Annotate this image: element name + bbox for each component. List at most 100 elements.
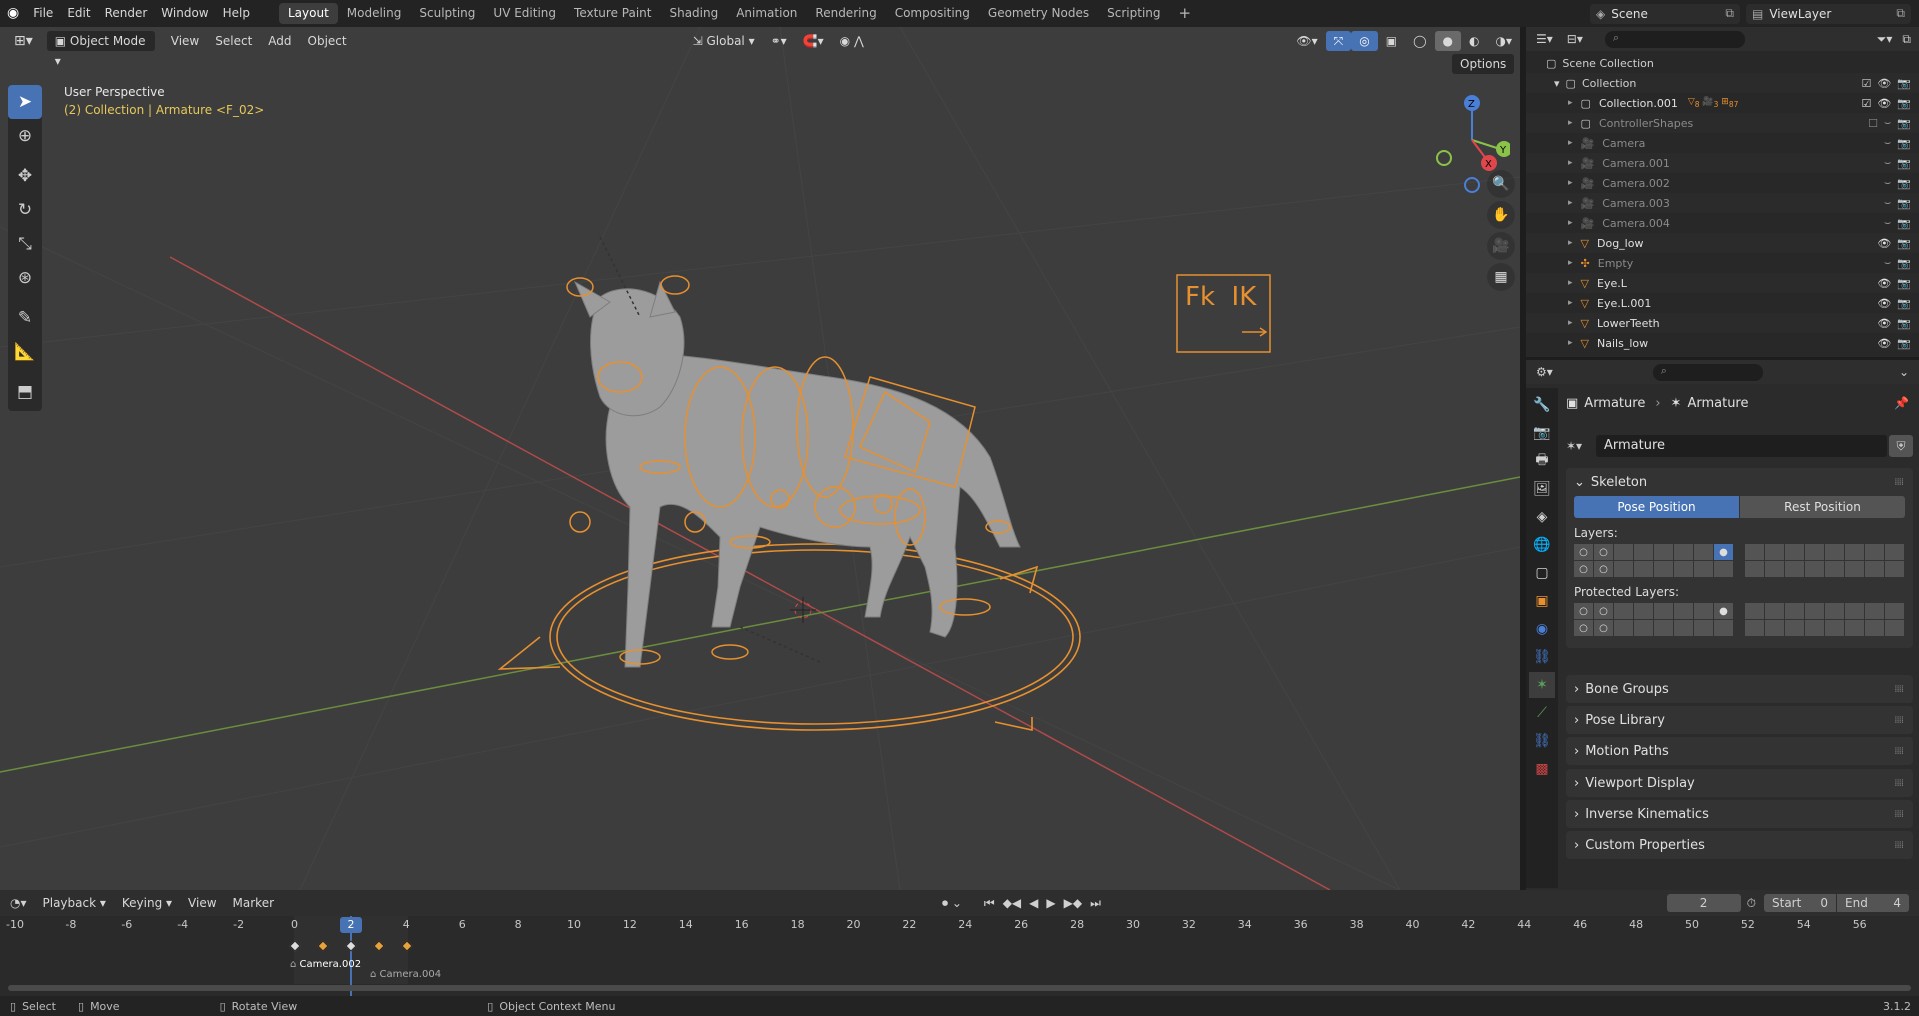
- scene-selector[interactable]: ◈ Scene ⧉: [1590, 3, 1740, 24]
- menu-add[interactable]: Add: [260, 31, 299, 51]
- transform-tool-icon[interactable]: ⊛: [8, 261, 42, 295]
- start-frame-field[interactable]: Start 0: [1764, 894, 1836, 912]
- pivot-icon[interactable]: ⚭▾: [763, 31, 795, 51]
- layer-cell[interactable]: [1614, 544, 1633, 560]
- armature-data-tab-icon[interactable]: ✶: [1529, 672, 1555, 698]
- outliner-row[interactable]: ▸ ▽ Eye.L.001 👁 📷: [1526, 293, 1919, 313]
- xray-icon[interactable]: ▣: [1378, 31, 1405, 51]
- eye-closed-icon[interactable]: ⌣: [1884, 256, 1891, 270]
- tab-animation[interactable]: Animation: [727, 3, 806, 24]
- playback-menu[interactable]: Playback ▾: [35, 893, 114, 913]
- drag-handle-icon[interactable]: ⁞⁞⁞⁞: [1894, 809, 1904, 820]
- layer-cell[interactable]: [1865, 603, 1884, 619]
- layer-cell[interactable]: [1745, 544, 1764, 560]
- output-tab-icon[interactable]: 🖶: [1529, 448, 1555, 474]
- layer-cell[interactable]: [1614, 561, 1633, 577]
- layer-cell[interactable]: [1765, 561, 1784, 577]
- shading-material-icon[interactable]: ◐: [1461, 31, 1487, 51]
- collapse-icon[interactable]: ⌄: [1899, 365, 1909, 379]
- layer-cell[interactable]: [1745, 603, 1764, 619]
- clock-icon[interactable]: ⏱: [1747, 896, 1756, 911]
- layer-cell[interactable]: [1805, 561, 1824, 577]
- annotate-tool-icon[interactable]: ✎: [8, 301, 42, 335]
- menu-file[interactable]: File: [26, 0, 60, 27]
- layer-cell[interactable]: [1654, 544, 1673, 560]
- measure-tool-icon[interactable]: 📐: [8, 335, 42, 369]
- inverse-kinematics-panel[interactable]: › Inverse Kinematics ⁞⁞⁞⁞: [1566, 800, 1913, 828]
- texture-tab-icon[interactable]: ▩: [1529, 756, 1555, 782]
- shading-rendered-icon[interactable]: ◑▾: [1488, 31, 1521, 51]
- datablock-selector[interactable]: ✶▾ Armature ⛨: [1566, 435, 1913, 457]
- outliner-row[interactable]: ▸ ▽ Nails_low 👁 📷: [1526, 333, 1919, 353]
- layer-cell[interactable]: [1694, 620, 1713, 636]
- layer-cell[interactable]: [1674, 561, 1693, 577]
- scale-tool-icon[interactable]: ⤡: [8, 227, 42, 261]
- layer-cell[interactable]: [1865, 620, 1884, 636]
- layer-cell[interactable]: [1674, 603, 1693, 619]
- layer-cell[interactable]: [1785, 620, 1804, 636]
- tab-shading[interactable]: Shading: [660, 3, 727, 24]
- cursor-tool-icon[interactable]: ⊕: [8, 119, 42, 153]
- layer-cell[interactable]: ○: [1574, 603, 1593, 619]
- frame-ruler[interactable]: -10-8-6-4-202468101214161820222426283032…: [0, 918, 1919, 936]
- layer-cell[interactable]: [1785, 561, 1804, 577]
- tab-layout[interactable]: Layout: [278, 3, 338, 24]
- layer-cell[interactable]: [1825, 544, 1844, 560]
- layer-cell[interactable]: [1654, 603, 1673, 619]
- outliner-row[interactable]: ▸ ✣ Empty ⌣ 📷: [1526, 253, 1919, 273]
- expand-arrow-icon[interactable]: ▾: [1554, 77, 1560, 90]
- layer-cell[interactable]: [1845, 620, 1864, 636]
- layer-cell[interactable]: [1674, 620, 1693, 636]
- layer-cell[interactable]: ○: [1574, 561, 1593, 577]
- pan-hand-icon[interactable]: ✋: [1487, 201, 1515, 229]
- skeleton-panel-header[interactable]: ⌄ Skeleton ⁞⁞⁞⁞: [1566, 468, 1913, 496]
- layers-grid-right[interactable]: [1745, 544, 1904, 577]
- layer-cell[interactable]: ●: [1714, 544, 1733, 560]
- filter-icon[interactable]: ⏷▾: [1877, 32, 1893, 47]
- shading-solid-icon[interactable]: ●: [1434, 31, 1462, 51]
- jump-start-icon[interactable]: ⏮: [984, 896, 995, 911]
- layer-cell[interactable]: [1825, 603, 1844, 619]
- proportional-edit-icon[interactable]: ◉ ⋀: [832, 31, 872, 51]
- camera-render-icon[interactable]: 📷: [1897, 277, 1911, 290]
- 3d-viewport[interactable]: Fk IK ⊞▾ ▣ Object Mode ▾ View Select Add…: [0, 27, 1520, 890]
- select-tool-icon[interactable]: ➤: [8, 85, 42, 119]
- options-button[interactable]: Options: [1452, 54, 1515, 74]
- layer-cell[interactable]: [1805, 544, 1824, 560]
- layer-cell[interactable]: [1694, 544, 1713, 560]
- mode-dropdown[interactable]: ▣ Object Mode ▾: [46, 31, 155, 68]
- rotate-tool-icon[interactable]: ↻: [8, 193, 42, 227]
- eye-icon[interactable]: 👁: [1877, 317, 1891, 330]
- expand-arrow-icon[interactable]: ▸: [1568, 338, 1573, 348]
- next-keyframe-icon[interactable]: ▶◆: [1064, 896, 1082, 910]
- camera-render-icon[interactable]: 📷: [1897, 157, 1911, 170]
- marker-camera-004[interactable]: ⌂ Camera.004: [370, 969, 441, 980]
- viewport-display-panel[interactable]: › Viewport Display ⁞⁞⁞⁞: [1566, 769, 1913, 797]
- menu-window[interactable]: Window: [154, 0, 215, 27]
- prev-keyframe-icon[interactable]: ◆◀: [1003, 896, 1021, 910]
- layer-cell[interactable]: ○: [1574, 544, 1593, 560]
- pin-icon[interactable]: 📌: [1894, 396, 1909, 410]
- protected-grid-right[interactable]: [1745, 603, 1904, 636]
- outliner-editor-icon[interactable]: ☰▾: [1536, 32, 1553, 46]
- display-mode-icon[interactable]: ⊟▾: [1567, 32, 1583, 46]
- layer-cell[interactable]: [1634, 561, 1653, 577]
- add-workspace-button[interactable]: +: [1170, 3, 1201, 24]
- eye-icon[interactable]: 👁: [1877, 277, 1891, 290]
- drag-handle-icon[interactable]: ⁞⁞⁞⁞: [1894, 746, 1904, 757]
- bone-tab-icon[interactable]: ⟋: [1529, 700, 1555, 726]
- camera-render-icon[interactable]: 📷: [1897, 117, 1911, 130]
- layer-cell[interactable]: [1885, 544, 1904, 560]
- marker-menu[interactable]: Marker: [225, 893, 282, 913]
- view-layer-tab-icon[interactable]: 🖼: [1529, 476, 1555, 502]
- checkbox-icon[interactable]: ☑: [1861, 77, 1871, 90]
- expand-arrow-icon[interactable]: ▸: [1568, 218, 1573, 228]
- outliner-scene-collection[interactable]: ▢ Scene Collection: [1526, 53, 1919, 73]
- play-reverse-icon[interactable]: ◀: [1029, 896, 1038, 910]
- add-cube-tool-icon[interactable]: ⬒: [8, 375, 42, 409]
- end-frame-field[interactable]: End 4: [1837, 894, 1909, 912]
- motion-paths-panel[interactable]: › Motion Paths ⁞⁞⁞⁞: [1566, 737, 1913, 765]
- play-icon[interactable]: ▶: [1046, 896, 1055, 910]
- layer-cell[interactable]: [1825, 620, 1844, 636]
- checkbox-icon[interactable]: ☐: [1868, 117, 1878, 130]
